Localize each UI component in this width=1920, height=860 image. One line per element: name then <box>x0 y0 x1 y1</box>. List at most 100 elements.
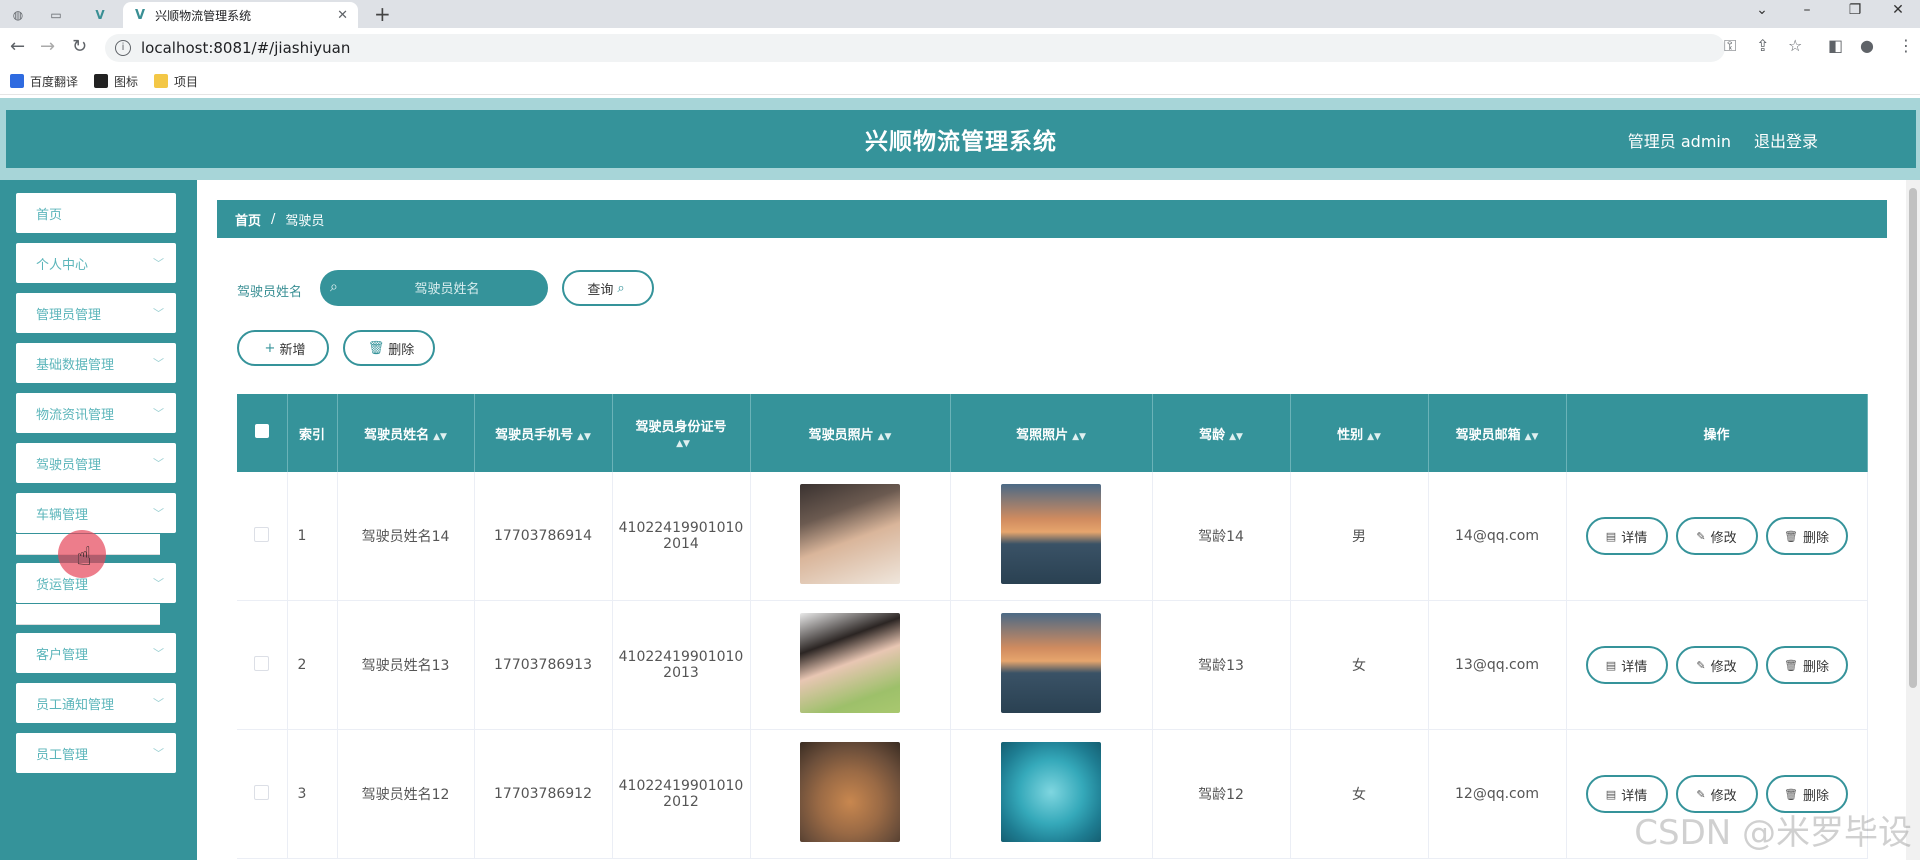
chevron-down-icon: ﹀ <box>153 747 164 760</box>
trash-icon: 🗑 <box>1784 787 1798 801</box>
menu-icon[interactable]: ⋮ <box>1898 36 1914 55</box>
search-box[interactable]: ⌕ <box>320 270 548 308</box>
row-checkbox[interactable] <box>254 655 270 671</box>
query-button[interactable]: 查询 ⌕ <box>562 270 654 306</box>
sort-icon[interactable]: ▲▼ <box>878 432 892 442</box>
main-content: 首页 / 驾驶员 驾驶员姓名 ⌕ 查询 ⌕ + 新增 🗑 删除 索引 驾驶员姓名… <box>197 180 1905 860</box>
row-checkbox[interactable] <box>254 784 270 800</box>
edit-button[interactable]: ✎ 修改 <box>1675 517 1758 555</box>
key-icon[interactable]: ⚿ <box>1724 36 1736 56</box>
bookmark-icons[interactable]: 图标 <box>94 73 138 90</box>
cell-phone: 17703786912 <box>474 729 613 859</box>
search-input[interactable] <box>360 270 534 308</box>
blank-tab-icon[interactable]: ▭ <box>40 4 72 26</box>
sidebar-item-staff-notice[interactable]: 员工通知管理 ﹀ <box>16 683 176 723</box>
header-phone[interactable]: 驾驶员手机号 ▲▼ <box>474 394 613 472</box>
license-photo[interactable] <box>1001 613 1101 713</box>
header-photo[interactable]: 驾驶员照片 ▲▼ <box>750 394 951 472</box>
new-tab-button[interactable]: + <box>374 2 391 26</box>
sidebar: 首页 个人中心 ﹀ 管理员管理 ﹀ 基础数据管理 ﹀ 物流资讯管理 ﹀ 驾驶员管理 ﹀ 车… <box>0 180 197 860</box>
header-label: 驾驶员邮箱 <box>1455 427 1521 443</box>
delete-label: 删除 <box>1802 659 1829 675</box>
restore-icon[interactable]: ❐ <box>1835 2 1875 18</box>
license-photo[interactable] <box>1001 484 1101 584</box>
edit-label: 修改 <box>1710 530 1737 546</box>
sort-icon[interactable]: ▲▼ <box>1525 432 1539 442</box>
chevron-down-icon: ﹀ <box>153 257 164 270</box>
header-id-card[interactable]: 驾驶员身份证号 ▲▼ <box>612 394 751 472</box>
header-name[interactable]: 驾驶员姓名 ▲▼ <box>337 394 475 472</box>
chevron-down-icon: ﹀ <box>153 357 164 370</box>
header-license-photo[interactable]: 驾照照片 ▲▼ <box>950 394 1153 472</box>
active-tab[interactable]: V 兴顺物流管理系统 ✕ <box>123 2 358 28</box>
share-icon[interactable]: ⇪ <box>1756 36 1769 55</box>
id-line: 41022419901010 <box>618 649 744 665</box>
license-photo[interactable] <box>1001 742 1101 842</box>
row-checkbox[interactable] <box>254 526 270 542</box>
sort-icon[interactable]: ▲▼ <box>676 439 690 449</box>
sidepanel-icon[interactable]: ◧ <box>1828 36 1843 55</box>
select-all-checkbox[interactable] <box>254 424 269 438</box>
cell-id-card: 41022419901010 2012 <box>612 729 751 859</box>
sort-icon[interactable]: ▲▼ <box>433 432 447 442</box>
driver-photo[interactable] <box>800 484 900 584</box>
vue-tab-icon[interactable]: V <box>84 4 116 26</box>
address-bar[interactable]: i localhost:8081/#/jiashiyuan <box>105 34 1725 62</box>
minimize-icon[interactable]: – <box>1787 2 1827 18</box>
page-scrollbar[interactable] <box>1906 180 1920 860</box>
chevron-down-icon: ﹀ <box>153 507 164 520</box>
cell-ops: ▤ 详情 ✎ 修改 🗑 删除 <box>1566 600 1868 730</box>
sidebar-item-logistics-news[interactable]: 物流资讯管理 ﹀ <box>16 393 176 433</box>
add-button[interactable]: + 新增 <box>237 330 329 366</box>
detail-button[interactable]: ▤ 详情 <box>1585 646 1668 684</box>
header-gender[interactable]: 性别 ▲▼ <box>1290 394 1429 472</box>
breadcrumb-home[interactable]: 首页 <box>235 210 261 229</box>
window-close-icon[interactable]: ✕ <box>1878 2 1918 18</box>
submenu-freight[interactable] <box>16 604 160 625</box>
logout-link[interactable]: 退出登录 <box>1754 128 1818 152</box>
delete-button[interactable]: 🗑 删除 <box>1765 517 1848 555</box>
close-tab-icon[interactable]: ✕ <box>337 8 348 23</box>
delete-button[interactable]: 🗑 删除 <box>1765 646 1848 684</box>
driver-photo[interactable] <box>800 613 900 713</box>
globe-tab-icon[interactable]: ◍ <box>2 4 34 26</box>
row-select-cell[interactable] <box>237 472 288 601</box>
scrollbar-thumb[interactable] <box>1909 188 1917 688</box>
sidebar-item-drivers[interactable]: 驾驶员管理 ﹀ <box>16 443 176 483</box>
driver-photo[interactable] <box>800 742 900 842</box>
sort-icon[interactable]: ▲▼ <box>1367 432 1381 442</box>
sidebar-item-admins[interactable]: 管理员管理 ﹀ <box>16 293 176 333</box>
sort-icon[interactable]: ▲▼ <box>1229 432 1243 442</box>
bookmarks-bar: 百度翻译 图标 项目 <box>0 68 1920 95</box>
tab-search-icon[interactable]: ⌄ <box>1742 2 1782 18</box>
sidebar-item-profile[interactable]: 个人中心 ﹀ <box>16 243 176 283</box>
header-label: 驾驶员手机号 <box>495 427 574 443</box>
select-all-header[interactable] <box>237 394 288 472</box>
sidebar-item-home[interactable]: 首页 <box>16 193 176 233</box>
vue-favicon-icon: V <box>135 7 146 23</box>
sidebar-item-vehicles[interactable]: 车辆管理 ﹀ <box>16 493 176 533</box>
bookmark-baidu-translate[interactable]: 百度翻译 <box>10 73 78 90</box>
back-icon[interactable]: ← <box>10 36 25 57</box>
header-email[interactable]: 驾驶员邮箱 ▲▼ <box>1428 394 1567 472</box>
bookmark-project[interactable]: 项目 <box>154 73 198 90</box>
sidebar-item-customers[interactable]: 客户管理 ﹀ <box>16 633 176 673</box>
star-icon[interactable]: ☆ <box>1788 36 1802 55</box>
profile-icon[interactable]: ● <box>1860 36 1874 55</box>
edit-button[interactable]: ✎ 修改 <box>1675 646 1758 684</box>
cell-phone: 17703786913 <box>474 600 613 730</box>
detail-button[interactable]: ▤ 详情 <box>1585 517 1668 555</box>
sidebar-item-label: 物流资讯管理 <box>36 407 115 423</box>
row-select-cell[interactable] <box>237 729 288 859</box>
header-age[interactable]: 驾龄 ▲▼ <box>1152 394 1291 472</box>
reload-icon[interactable]: ↻ <box>72 36 87 57</box>
header-label: 驾驶员照片 <box>808 427 874 443</box>
row-select-cell[interactable] <box>237 600 288 730</box>
batch-delete-button[interactable]: 🗑 删除 <box>343 330 435 366</box>
forward-icon[interactable]: → <box>40 36 55 57</box>
sort-icon[interactable]: ▲▼ <box>577 432 591 442</box>
site-info-icon[interactable]: i <box>115 40 131 56</box>
sidebar-item-staff[interactable]: 员工管理 ﹀ <box>16 733 176 773</box>
sidebar-item-basic-data[interactable]: 基础数据管理 ﹀ <box>16 343 176 383</box>
sort-icon[interactable]: ▲▼ <box>1072 432 1086 442</box>
